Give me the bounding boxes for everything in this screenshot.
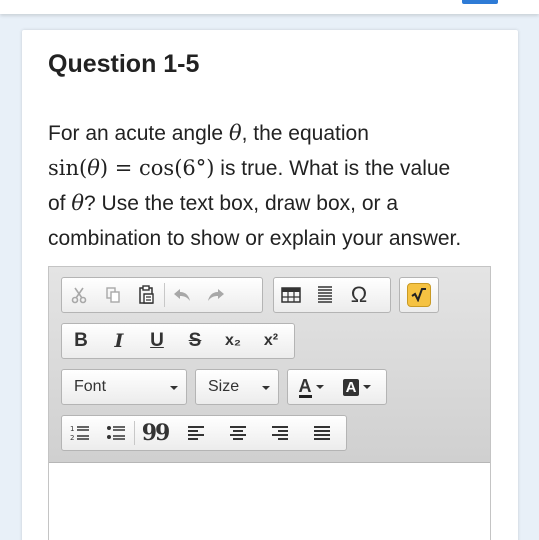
chevron-down-icon xyxy=(315,385,324,389)
bold-button[interactable]: B xyxy=(62,324,100,358)
rich-text-editor: Ω B I U S x₂ x² Font Size A A 1 2 99 xyxy=(48,266,491,540)
numbered-list-icon[interactable]: 12 xyxy=(62,416,98,450)
top-bar xyxy=(0,0,539,14)
chevron-down-icon xyxy=(363,385,372,389)
paste-icon[interactable] xyxy=(130,278,164,312)
blockquote-icon[interactable]: 99 xyxy=(135,416,175,450)
text-color-icon: A xyxy=(298,375,312,398)
svg-text:1: 1 xyxy=(70,425,74,433)
align-center-icon[interactable] xyxy=(217,416,259,450)
align-right-icon[interactable] xyxy=(259,416,301,450)
color-group: A A xyxy=(287,369,387,405)
svg-text:2: 2 xyxy=(70,434,74,442)
undo-icon[interactable] xyxy=(165,278,199,312)
editor-text-area[interactable] xyxy=(49,464,490,540)
superscript-button[interactable]: x² xyxy=(252,324,290,358)
table-icon[interactable] xyxy=(274,278,308,312)
redo-icon[interactable] xyxy=(199,278,233,312)
font-select[interactable]: Font xyxy=(61,369,187,405)
insert-group: Ω xyxy=(273,277,391,313)
text-style-group: B I U S x₂ x² xyxy=(61,323,295,359)
editor-toolbar: Ω B I U S x₂ x² Font Size A A 1 2 99 xyxy=(49,267,490,463)
size-select[interactable]: Size xyxy=(195,369,279,405)
math-group xyxy=(399,277,439,313)
equation: sin(θ) = cos(6°) xyxy=(48,156,215,180)
background-color-icon: A xyxy=(342,378,360,396)
question-title: Question 1-5 xyxy=(48,50,200,78)
question-card: Question 1-5 For an acute angle θ, the e… xyxy=(22,30,518,540)
special-character-icon[interactable]: Ω xyxy=(342,278,376,312)
background-color-button[interactable]: A xyxy=(334,370,380,404)
justify-icon[interactable] xyxy=(301,416,343,450)
underline-button[interactable]: U xyxy=(138,324,176,358)
chevron-down-icon xyxy=(170,386,178,390)
chevron-down-icon xyxy=(262,386,270,390)
bulleted-list-icon[interactable] xyxy=(98,416,134,450)
cut-icon[interactable] xyxy=(62,278,96,312)
subscript-button[interactable]: x₂ xyxy=(214,324,252,358)
font-select-label: Font xyxy=(74,378,107,395)
paragraph-group: 12 99 xyxy=(61,415,347,451)
align-left-icon[interactable] xyxy=(175,416,217,450)
top-bar-button[interactable] xyxy=(462,0,498,4)
question-text: For an acute angle θ, the equation sin(θ… xyxy=(48,121,462,250)
copy-icon[interactable] xyxy=(96,278,130,312)
size-select-label: Size xyxy=(208,378,240,395)
italic-button[interactable]: I xyxy=(100,324,138,358)
math-editor-icon[interactable] xyxy=(407,283,431,307)
horizontal-line-icon[interactable] xyxy=(308,278,342,312)
clipboard-group xyxy=(61,277,263,313)
text-color-button[interactable]: A xyxy=(288,370,334,404)
strikethrough-button[interactable]: S xyxy=(176,324,214,358)
